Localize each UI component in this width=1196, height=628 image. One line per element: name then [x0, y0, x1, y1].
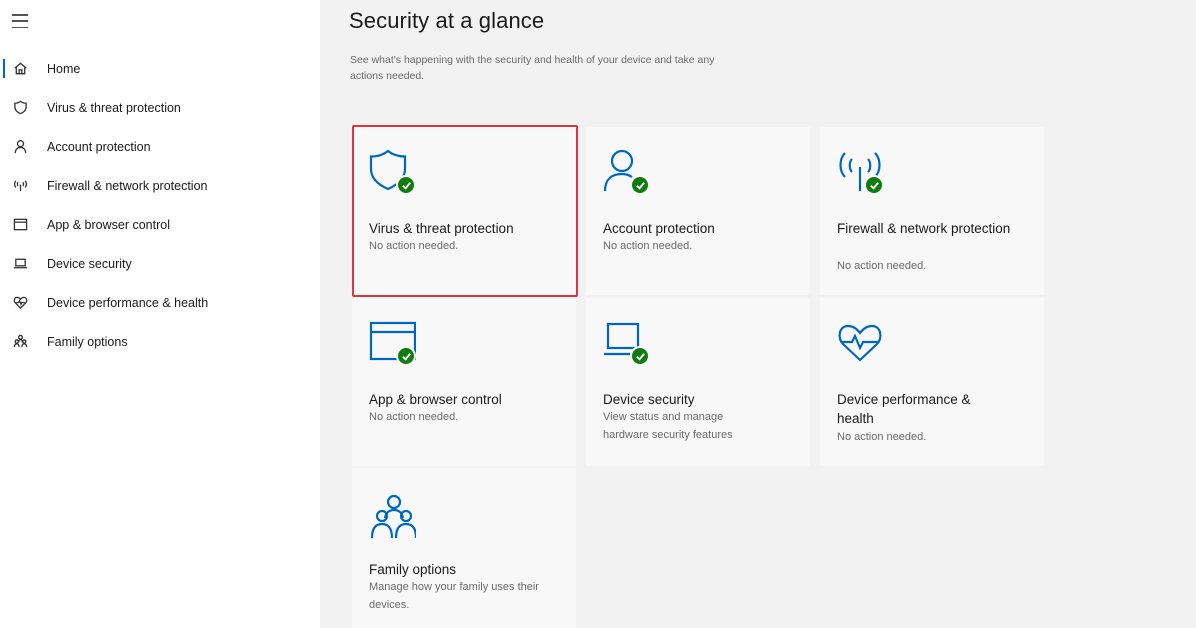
tile-status: No action needed. — [369, 411, 459, 423]
tile-title: Virus & threat protection — [369, 221, 514, 236]
tile-firewall-network-protection[interactable]: Firewall & network protection No action … — [820, 127, 1044, 295]
main-content: Security at a glance See what's happenin… — [320, 0, 1196, 628]
sidebar-item-label: Device security — [47, 256, 132, 271]
laptop-icon — [12, 256, 28, 272]
tile-status: No action needed. — [603, 240, 693, 252]
windows-security-app: Home Virus & threat protection Account p… — [0, 0, 1196, 628]
sidebar-item-label: Device performance & health — [47, 295, 209, 310]
sidebar-item-home[interactable]: Home — [0, 49, 320, 88]
check-badge-icon — [396, 175, 416, 195]
tile-title: Family options — [369, 562, 457, 577]
shield-icon — [368, 147, 424, 199]
person-icon — [12, 139, 28, 155]
family-icon — [368, 494, 424, 546]
family-icon — [12, 334, 28, 350]
home-icon — [12, 61, 28, 77]
sidebar-item-label: Firewall & network protection — [47, 178, 208, 193]
sidebar-item-firewall-network-protection[interactable]: Firewall & network protection — [0, 166, 320, 205]
browser-window-icon — [368, 318, 424, 370]
sidebar-item-label: Virus & threat protection — [47, 100, 181, 115]
tile-status: View status and manage hardware security… — [603, 411, 733, 441]
sidebar-item-account-protection[interactable]: Account protection — [0, 127, 320, 166]
tile-device-performance-health[interactable]: Device performance & health No action ne… — [820, 298, 1044, 466]
tile-virus-threat-protection[interactable]: Virus & threat protection No action need… — [352, 125, 578, 297]
page-title: Security at a glance — [349, 8, 545, 33]
sidebar-item-label: App & browser control — [47, 217, 170, 232]
heart-pulse-icon — [12, 295, 28, 311]
tile-status: No action needed. — [837, 431, 927, 443]
shield-icon — [12, 100, 28, 116]
tile-status: No action needed. — [369, 240, 459, 252]
tile-device-security[interactable]: Device security View status and manage h… — [586, 298, 810, 466]
tile-account-protection[interactable]: Account protection No action needed. — [586, 127, 810, 295]
tile-title: App & browser control — [369, 392, 502, 407]
sidebar-item-device-security[interactable]: Device security — [0, 244, 320, 283]
sidebar: Home Virus & threat protection Account p… — [0, 0, 320, 628]
sidebar-nav: Home Virus & threat protection Account p… — [0, 49, 320, 361]
sidebar-item-label: Home — [47, 61, 81, 76]
tile-title: Account protection — [603, 221, 715, 236]
page-subtitle: See what's happening with the security a… — [350, 54, 715, 82]
sidebar-item-label: Family options — [47, 334, 128, 349]
check-badge-icon — [864, 175, 884, 195]
browser-window-icon — [12, 217, 28, 233]
sidebar-item-app-browser-control[interactable]: App & browser control — [0, 205, 320, 244]
person-icon — [602, 147, 658, 199]
heart-pulse-icon — [836, 318, 892, 370]
sidebar-item-label: Account protection — [47, 139, 151, 154]
laptop-icon — [602, 318, 658, 370]
wifi-antenna-icon — [12, 178, 28, 194]
sidebar-item-device-performance-health[interactable]: Device performance & health — [0, 283, 320, 322]
tile-title: Device security — [603, 392, 695, 407]
wifi-antenna-icon — [836, 147, 892, 199]
hamburger-menu-icon[interactable] — [12, 14, 28, 28]
tile-status: No action needed. — [837, 260, 927, 272]
check-badge-icon — [630, 346, 650, 366]
check-badge-icon — [396, 346, 416, 366]
tile-app-browser-control[interactable]: App & browser control No action needed. — [352, 298, 576, 466]
tile-family-options[interactable]: Family options Manage how your family us… — [352, 468, 576, 628]
check-badge-icon — [630, 175, 650, 195]
tile-status: Manage how your family uses their device… — [369, 581, 539, 611]
tile-title: Device performance & health — [837, 392, 971, 426]
sidebar-item-family-options[interactable]: Family options — [0, 322, 320, 361]
tile-title: Firewall & network protection — [837, 221, 1011, 236]
sidebar-item-virus-threat-protection[interactable]: Virus & threat protection — [0, 88, 320, 127]
